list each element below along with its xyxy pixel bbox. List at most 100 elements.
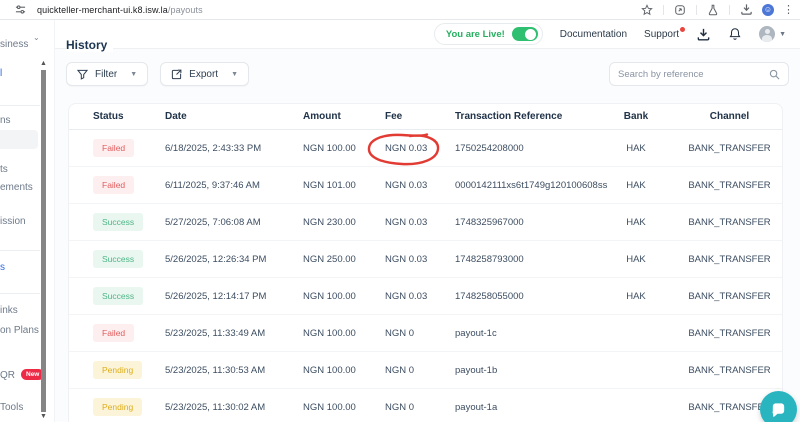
cell-fee: NGN 0 bbox=[385, 365, 414, 376]
sidebar-item-link[interactable]: s bbox=[0, 262, 5, 273]
sidebar-item[interactable]: ements bbox=[0, 182, 33, 193]
sidebar-item[interactable]: on Plans bbox=[0, 325, 39, 336]
fee-cell-wrap: NGN 0 bbox=[385, 402, 414, 413]
cell-fee: NGN 0 bbox=[385, 328, 414, 339]
url-text[interactable]: quickteller-merchant-ui.k8.isw.la/payout… bbox=[37, 5, 203, 15]
cell-reference: 1750254208000 bbox=[455, 143, 595, 154]
table-row[interactable]: Failed 5/23/2025, 11:33:49 AM NGN 100.00… bbox=[69, 315, 782, 352]
documentation-link[interactable]: Documentation bbox=[560, 29, 627, 40]
cell-fee: NGN 0.03 bbox=[385, 143, 427, 154]
fee-cell-wrap: NGN 0.03 bbox=[385, 254, 427, 265]
cell-amount: NGN 250.00 bbox=[303, 254, 385, 265]
cell-fee: NGN 0.03 bbox=[385, 180, 427, 191]
sidebar-item[interactable]: Tools bbox=[0, 402, 23, 413]
user-menu[interactable]: ▼ bbox=[759, 26, 786, 42]
cell-bank: HAK bbox=[595, 180, 685, 191]
browser-download-icon[interactable] bbox=[739, 3, 753, 17]
fee-cell-wrap: NGN 0.03 bbox=[385, 217, 427, 228]
divider bbox=[0, 105, 40, 106]
cell-reference: payout-1b bbox=[455, 365, 595, 376]
cell-channel: BANK_TRANSFER bbox=[685, 143, 782, 154]
search-input[interactable] bbox=[618, 69, 769, 80]
chat-widget-button[interactable] bbox=[760, 391, 797, 422]
flask-icon[interactable] bbox=[706, 3, 720, 17]
scrollbar-down-arrow[interactable]: ▼ bbox=[40, 413, 47, 420]
support-notification-dot bbox=[680, 27, 685, 32]
table-row[interactable]: Success 5/27/2025, 7:06:08 AM NGN 230.00… bbox=[69, 204, 782, 241]
funnel-icon bbox=[77, 69, 88, 80]
fee-cell-wrap: NGN 0.03 bbox=[385, 180, 427, 191]
table-header-row: Status Date Amount Fee Transaction Refer… bbox=[69, 104, 782, 130]
cell-date: 5/23/2025, 11:30:53 AM bbox=[165, 365, 303, 376]
toggle-knob bbox=[525, 29, 536, 40]
cell-amount: NGN 230.00 bbox=[303, 217, 385, 228]
tab-action-icon[interactable] bbox=[673, 3, 687, 17]
sidebar-item[interactable]: ns bbox=[0, 115, 11, 126]
table-row[interactable]: Success 5/26/2025, 12:14:17 PM NGN 100.0… bbox=[69, 278, 782, 315]
screen: quickteller-merchant-ui.k8.isw.la/payout… bbox=[0, 0, 800, 422]
cell-bank: HAK bbox=[595, 217, 685, 228]
sidebar-item-highlight[interactable] bbox=[0, 130, 38, 149]
cell-fee: NGN 0 bbox=[385, 402, 414, 413]
chevron-down-icon[interactable]: ⌄ bbox=[33, 33, 40, 42]
site-info-icon[interactable] bbox=[13, 3, 27, 17]
cell-channel: BANK_TRANSFER bbox=[685, 254, 782, 265]
cell-date: 6/18/2025, 2:43:33 PM bbox=[165, 143, 303, 154]
cell-amount: NGN 100.00 bbox=[303, 328, 385, 339]
column-header-date: Date bbox=[165, 111, 303, 122]
divider bbox=[663, 5, 664, 15]
browser-profile-icon[interactable]: ☺ bbox=[762, 4, 774, 16]
support-link[interactable]: Support bbox=[644, 29, 679, 40]
cell-date: 6/11/2025, 9:37:46 AM bbox=[165, 180, 303, 191]
column-header-bank: Bank bbox=[595, 111, 685, 122]
download-icon[interactable] bbox=[696, 27, 711, 42]
cell-date: 5/23/2025, 11:30:02 AM bbox=[165, 402, 303, 413]
chevron-down-icon: ▼ bbox=[231, 71, 238, 78]
cell-channel: BANK_TRANSFER bbox=[685, 180, 782, 191]
table-row[interactable]: Success 5/26/2025, 12:26:34 PM NGN 250.0… bbox=[69, 241, 782, 278]
table-row[interactable]: Pending 5/23/2025, 11:30:53 AM NGN 100.0… bbox=[69, 352, 782, 389]
status-badge: Success bbox=[93, 250, 143, 268]
bookmark-star-icon[interactable] bbox=[640, 3, 654, 17]
live-toggle-pill[interactable]: You are Live! bbox=[434, 23, 543, 45]
page-title: History bbox=[66, 38, 113, 52]
cell-reference: 0000142111xs6t1749g120100608ss bbox=[455, 180, 595, 191]
cell-channel: BANK_TRANSFER bbox=[685, 291, 782, 302]
avatar bbox=[759, 26, 775, 42]
bell-icon[interactable] bbox=[728, 27, 742, 41]
toolbar: Filter ▼ Export ▼ bbox=[66, 62, 789, 86]
fee-cell-wrap: NGN 0 bbox=[385, 365, 414, 376]
live-toggle[interactable] bbox=[512, 27, 538, 41]
filter-button[interactable]: Filter ▼ bbox=[66, 62, 148, 86]
column-header-fee: Fee bbox=[385, 111, 455, 122]
sidebar-business-selector[interactable]: siness bbox=[0, 39, 28, 50]
cell-reference: 1748258055000 bbox=[455, 291, 595, 302]
url-host: quickteller-merchant-ui.k8.isw.la bbox=[37, 5, 168, 15]
cell-reference: 1748258793000 bbox=[455, 254, 595, 265]
sidebar-item[interactable]: inks bbox=[0, 305, 18, 316]
cell-amount: NGN 100.00 bbox=[303, 143, 385, 154]
scrollbar-up-arrow[interactable]: ▲ bbox=[40, 60, 47, 67]
table-row[interactable]: Failed 6/11/2025, 9:37:46 AM NGN 101.00 … bbox=[69, 167, 782, 204]
column-header-amount: Amount bbox=[303, 111, 385, 122]
cell-amount: NGN 101.00 bbox=[303, 180, 385, 191]
column-header-channel: Channel bbox=[685, 111, 782, 122]
sidebar-scrollbar[interactable] bbox=[41, 70, 46, 412]
sidebar-item-active[interactable]: l bbox=[0, 68, 2, 79]
chevron-down-icon: ▼ bbox=[130, 71, 137, 78]
sidebar-item[interactable]: QR bbox=[0, 370, 15, 381]
browser-menu-icon[interactable]: ⋮ bbox=[783, 3, 794, 16]
export-label: Export bbox=[189, 69, 218, 80]
sidebar-item[interactable]: ission bbox=[0, 216, 26, 227]
table-row[interactable]: Pending 5/23/2025, 11:30:02 AM NGN 100.0… bbox=[69, 389, 782, 422]
status-badge: Pending bbox=[93, 398, 142, 416]
export-button[interactable]: Export ▼ bbox=[160, 62, 249, 86]
status-badge: Success bbox=[93, 287, 143, 305]
cell-fee: NGN 0.03 bbox=[385, 291, 427, 302]
search-box bbox=[609, 62, 789, 86]
status-badge: Failed bbox=[93, 324, 134, 342]
fee-cell-wrap: NGN 0.03 bbox=[385, 143, 427, 154]
sidebar-item[interactable]: ts bbox=[0, 164, 8, 175]
cell-date: 5/27/2025, 7:06:08 AM bbox=[165, 217, 303, 228]
table-row[interactable]: Failed 6/18/2025, 2:43:33 PM NGN 100.00 … bbox=[69, 130, 782, 167]
